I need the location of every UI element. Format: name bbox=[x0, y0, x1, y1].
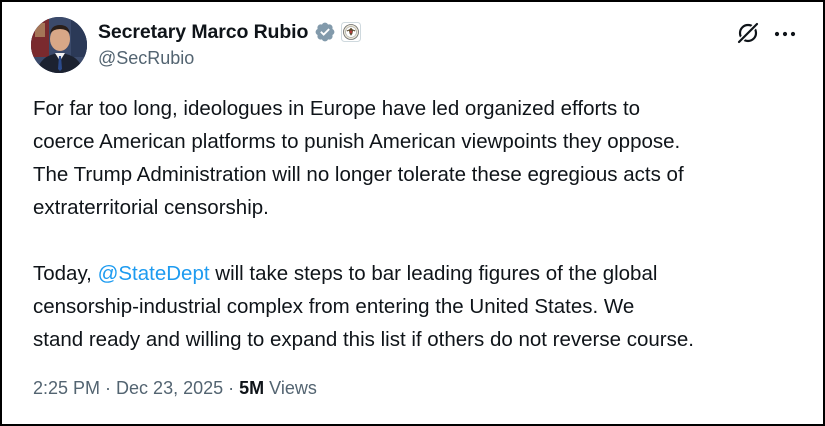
text-line: For far too long, ideologues in Europe h… bbox=[33, 97, 641, 120]
tweet-metadata: 2:25 PM · Dec 23, 2025 · 5M Views bbox=[33, 378, 317, 399]
tweet-date[interactable]: Dec 23, 2025 bbox=[116, 378, 223, 399]
text-line: The Trump Administration will no longer … bbox=[33, 163, 684, 186]
tweet-paragraph-2: Today, @StateDept will take steps to bar… bbox=[33, 257, 813, 356]
more-options-icon[interactable] bbox=[774, 30, 796, 38]
text-line: stand ready and willing to expand this l… bbox=[33, 328, 694, 351]
text-line: extraterritorial censorship. bbox=[33, 196, 269, 219]
author-handle[interactable]: @SecRubio bbox=[98, 48, 194, 69]
tweet-time[interactable]: 2:25 PM bbox=[33, 378, 100, 399]
us-department-of-state-seal-icon[interactable] bbox=[341, 22, 362, 42]
text-line: coerce American platforms to punish Amer… bbox=[33, 130, 681, 153]
avatar-portrait-image bbox=[31, 17, 87, 73]
author-display-name[interactable]: Secretary Marco Rubio bbox=[98, 21, 308, 44]
verified-badge-icon[interactable] bbox=[314, 21, 336, 43]
tweet-card: Secretary Marco Rubio @SecRubio For far … bbox=[0, 0, 825, 426]
text-line: Today, @StateDept will take steps to bar… bbox=[33, 257, 813, 290]
mention-link-statedept[interactable]: @StateDept bbox=[98, 262, 210, 285]
grok-icon[interactable] bbox=[735, 20, 761, 46]
separator-dot: · bbox=[105, 378, 112, 398]
author-name-row: Secretary Marco Rubio bbox=[98, 20, 362, 44]
separator-dot: · bbox=[228, 378, 235, 398]
tweet-text: For far too long, ideologues in Europe h… bbox=[33, 92, 813, 356]
text-segment: Today, bbox=[33, 262, 98, 285]
author-avatar[interactable] bbox=[31, 17, 87, 73]
views-label: Views bbox=[269, 378, 317, 398]
tweet-paragraph-1: For far too long, ideologues in Europe h… bbox=[33, 92, 813, 224]
text-segment: will take steps to bar leading figures o… bbox=[209, 262, 658, 285]
text-line: censorship-industrial complex from enter… bbox=[33, 295, 635, 318]
views-count[interactable]: 5M bbox=[239, 378, 264, 399]
